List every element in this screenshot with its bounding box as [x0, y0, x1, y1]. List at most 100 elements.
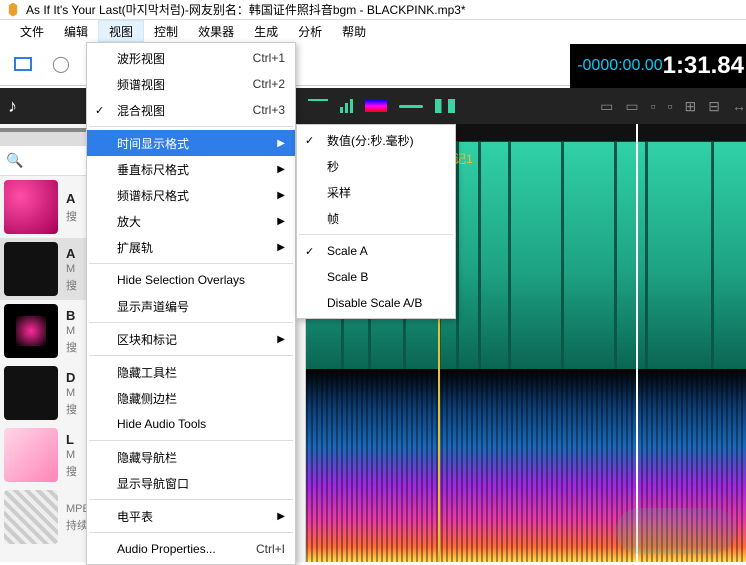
app-icon: [6, 3, 20, 17]
search-icon[interactable]: 🔍: [6, 152, 23, 169]
music-note-icon[interactable]: ♪: [8, 96, 17, 117]
thumbnail: [4, 428, 58, 482]
menu-item-label: Audio Properties...: [117, 542, 216, 556]
levels-icon[interactable]: [340, 99, 353, 113]
circle-tool-icon[interactable]: ◯: [52, 55, 70, 73]
menu-item-label: 区块和标记: [117, 331, 177, 348]
list-item-title: A: [66, 246, 77, 261]
menu-编辑[interactable]: 编辑: [54, 20, 98, 42]
menu-item-label: 混合视图: [117, 102, 165, 119]
list-item-text: DM搜: [66, 366, 77, 420]
list-item-text: BM搜: [66, 304, 77, 358]
menu-item-Hide Audio Tools[interactable]: Hide Audio Tools: [87, 411, 295, 437]
submenu-item-帧[interactable]: 帧: [297, 205, 455, 231]
menu-separator: [89, 532, 293, 533]
submenu-item-Scale A[interactable]: ✓Scale A: [297, 238, 455, 264]
time-format-submenu: ✓数值(分:秒.毫秒)秒采样帧 ✓Scale A Scale B Disable Sc…: [296, 124, 456, 319]
list-item-sub2: 搜: [66, 401, 77, 417]
tool-icon-7[interactable]: ↔: [732, 98, 746, 114]
menu-item-显示声道编号[interactable]: 显示声道编号: [87, 293, 295, 319]
menu-item-混合视图[interactable]: ✓混合视图Ctrl+3: [87, 97, 295, 123]
submenu-item-Disable Scale A/B[interactable]: Disable Scale A/B: [297, 290, 455, 316]
menu-item-时间显示格式[interactable]: 时间显示格式▶: [87, 130, 295, 156]
menu-分析[interactable]: 分析: [288, 20, 332, 42]
submenu-arrow-icon: ▶: [277, 138, 285, 149]
menu-shortcut: Ctrl+2: [233, 77, 285, 91]
menu-item-Hide Selection Overlays[interactable]: Hide Selection Overlays: [87, 267, 295, 293]
list-item-sub: M: [66, 387, 77, 399]
menu-separator: [89, 355, 293, 356]
menu-shortcut: Ctrl+I: [236, 542, 285, 556]
underline-icon[interactable]: [399, 105, 423, 108]
menu-控制[interactable]: 控制: [144, 20, 188, 42]
menu-item-垂直标尺格式[interactable]: 垂直标尺格式 ▶: [87, 156, 295, 182]
menu-item-放大[interactable]: 放大 ▶: [87, 208, 295, 234]
submenu-item-采样[interactable]: 采样: [297, 179, 455, 205]
submenu-arrow-icon: ▶: [277, 242, 285, 253]
spectrum-icon[interactable]: [365, 100, 387, 112]
menu-效果器[interactable]: 效果器: [188, 20, 244, 42]
menu-item-label: Hide Selection Overlays: [117, 273, 245, 287]
menu-item-隐藏侧边栏[interactable]: 隐藏侧边栏: [87, 385, 295, 411]
selection-tool-icon[interactable]: [14, 57, 32, 71]
menu-bar: 文件编辑视图控制效果器生成分析帮助: [0, 20, 746, 42]
thumbnail: [4, 304, 58, 358]
submenu-item-Scale B[interactable]: Scale B: [297, 264, 455, 290]
menu-item-频谱标尺格式[interactable]: 频谱标尺格式▶: [87, 182, 295, 208]
menu-item-label: 放大: [117, 213, 141, 230]
list-item-text: A搜: [66, 180, 77, 234]
menu-item-label: 频谱视图: [117, 76, 165, 93]
thumbnail: [4, 490, 58, 544]
timecode-neg: -0000:00.00: [577, 57, 662, 75]
menu-视图[interactable]: 视图: [98, 20, 144, 42]
check-icon: ✓: [95, 104, 104, 117]
submenu-item-label: Disable Scale A/B: [327, 296, 422, 310]
submenu-arrow-icon: ▶: [277, 164, 285, 175]
waveform-spike: [478, 124, 481, 369]
list-item-title: L: [66, 432, 77, 447]
menu-生成[interactable]: 生成: [244, 20, 288, 42]
submenu-arrow-icon: ▶: [277, 216, 285, 227]
menu-shortcut: Ctrl+1: [233, 51, 285, 65]
window-title: As If It's Your Last(마지막처럼)-网友别名：韩国证件照抖音…: [26, 1, 466, 18]
menu-item-label: 频谱标尺格式: [117, 187, 189, 204]
tool-icon-3[interactable]: ▫: [651, 98, 656, 114]
submenu-item-label: 数值(分:秒.毫秒): [327, 132, 414, 149]
menu-item-扩展轨[interactable]: 扩展轨 ▶: [87, 234, 295, 260]
submenu-item-label: Scale A: [327, 244, 368, 258]
submenu-item-数值(分:秒.毫秒)[interactable]: ✓数值(分:秒.毫秒): [297, 127, 455, 153]
menu-item-Audio Properties...[interactable]: Audio Properties... Ctrl+I: [87, 536, 295, 562]
shelf-icon[interactable]: [308, 99, 328, 113]
menu-item-label: 隐藏导航栏: [117, 449, 177, 466]
tool-icon-6[interactable]: ⊟: [708, 98, 720, 115]
menu-separator: [299, 234, 453, 235]
menu-帮助[interactable]: 帮助: [332, 20, 376, 42]
menu-item-频谱视图[interactable]: 频谱视图 Ctrl+2: [87, 71, 295, 97]
submenu-item-label: Scale B: [327, 270, 368, 284]
tool-icon-2[interactable]: ▭: [625, 98, 638, 115]
menu-item-隐藏工具栏[interactable]: 隐藏工具栏: [87, 359, 295, 385]
menu-文件[interactable]: 文件: [10, 20, 54, 42]
menu-item-label: 垂直标尺格式: [117, 161, 189, 178]
list-item-title: B: [66, 308, 77, 323]
list-item-sub: 搜: [66, 208, 77, 224]
menu-item-区块和标记[interactable]: 区块和标记▶: [87, 326, 295, 352]
playhead[interactable]: [636, 124, 638, 562]
waveform-spike: [561, 124, 564, 369]
tool-icon-4[interactable]: ▫: [668, 98, 673, 114]
tool-icon-1[interactable]: ▭: [600, 98, 613, 115]
list-item-text: AM搜: [66, 242, 77, 296]
menu-item-隐藏导航栏[interactable]: 隐藏导航栏: [87, 444, 295, 470]
menu-item-波形视图[interactable]: 波形视图Ctrl+1: [87, 45, 295, 71]
submenu-item-秒[interactable]: 秒: [297, 153, 455, 179]
menu-item-label: 扩展轨: [117, 239, 153, 256]
list-item-sub2: 搜: [66, 463, 77, 479]
list-item-sub2: 搜: [66, 277, 77, 293]
tool-icon-5[interactable]: ⊞: [685, 98, 697, 115]
waveform-spike: [508, 124, 511, 369]
list-item-title: A: [66, 191, 77, 206]
menu-item-电平表[interactable]: 电平表▶: [87, 503, 295, 529]
stepper-icon[interactable]: [435, 99, 455, 113]
list-item-sub: M: [66, 263, 77, 275]
menu-item-显示导航窗口[interactable]: 显示导航窗口: [87, 470, 295, 496]
